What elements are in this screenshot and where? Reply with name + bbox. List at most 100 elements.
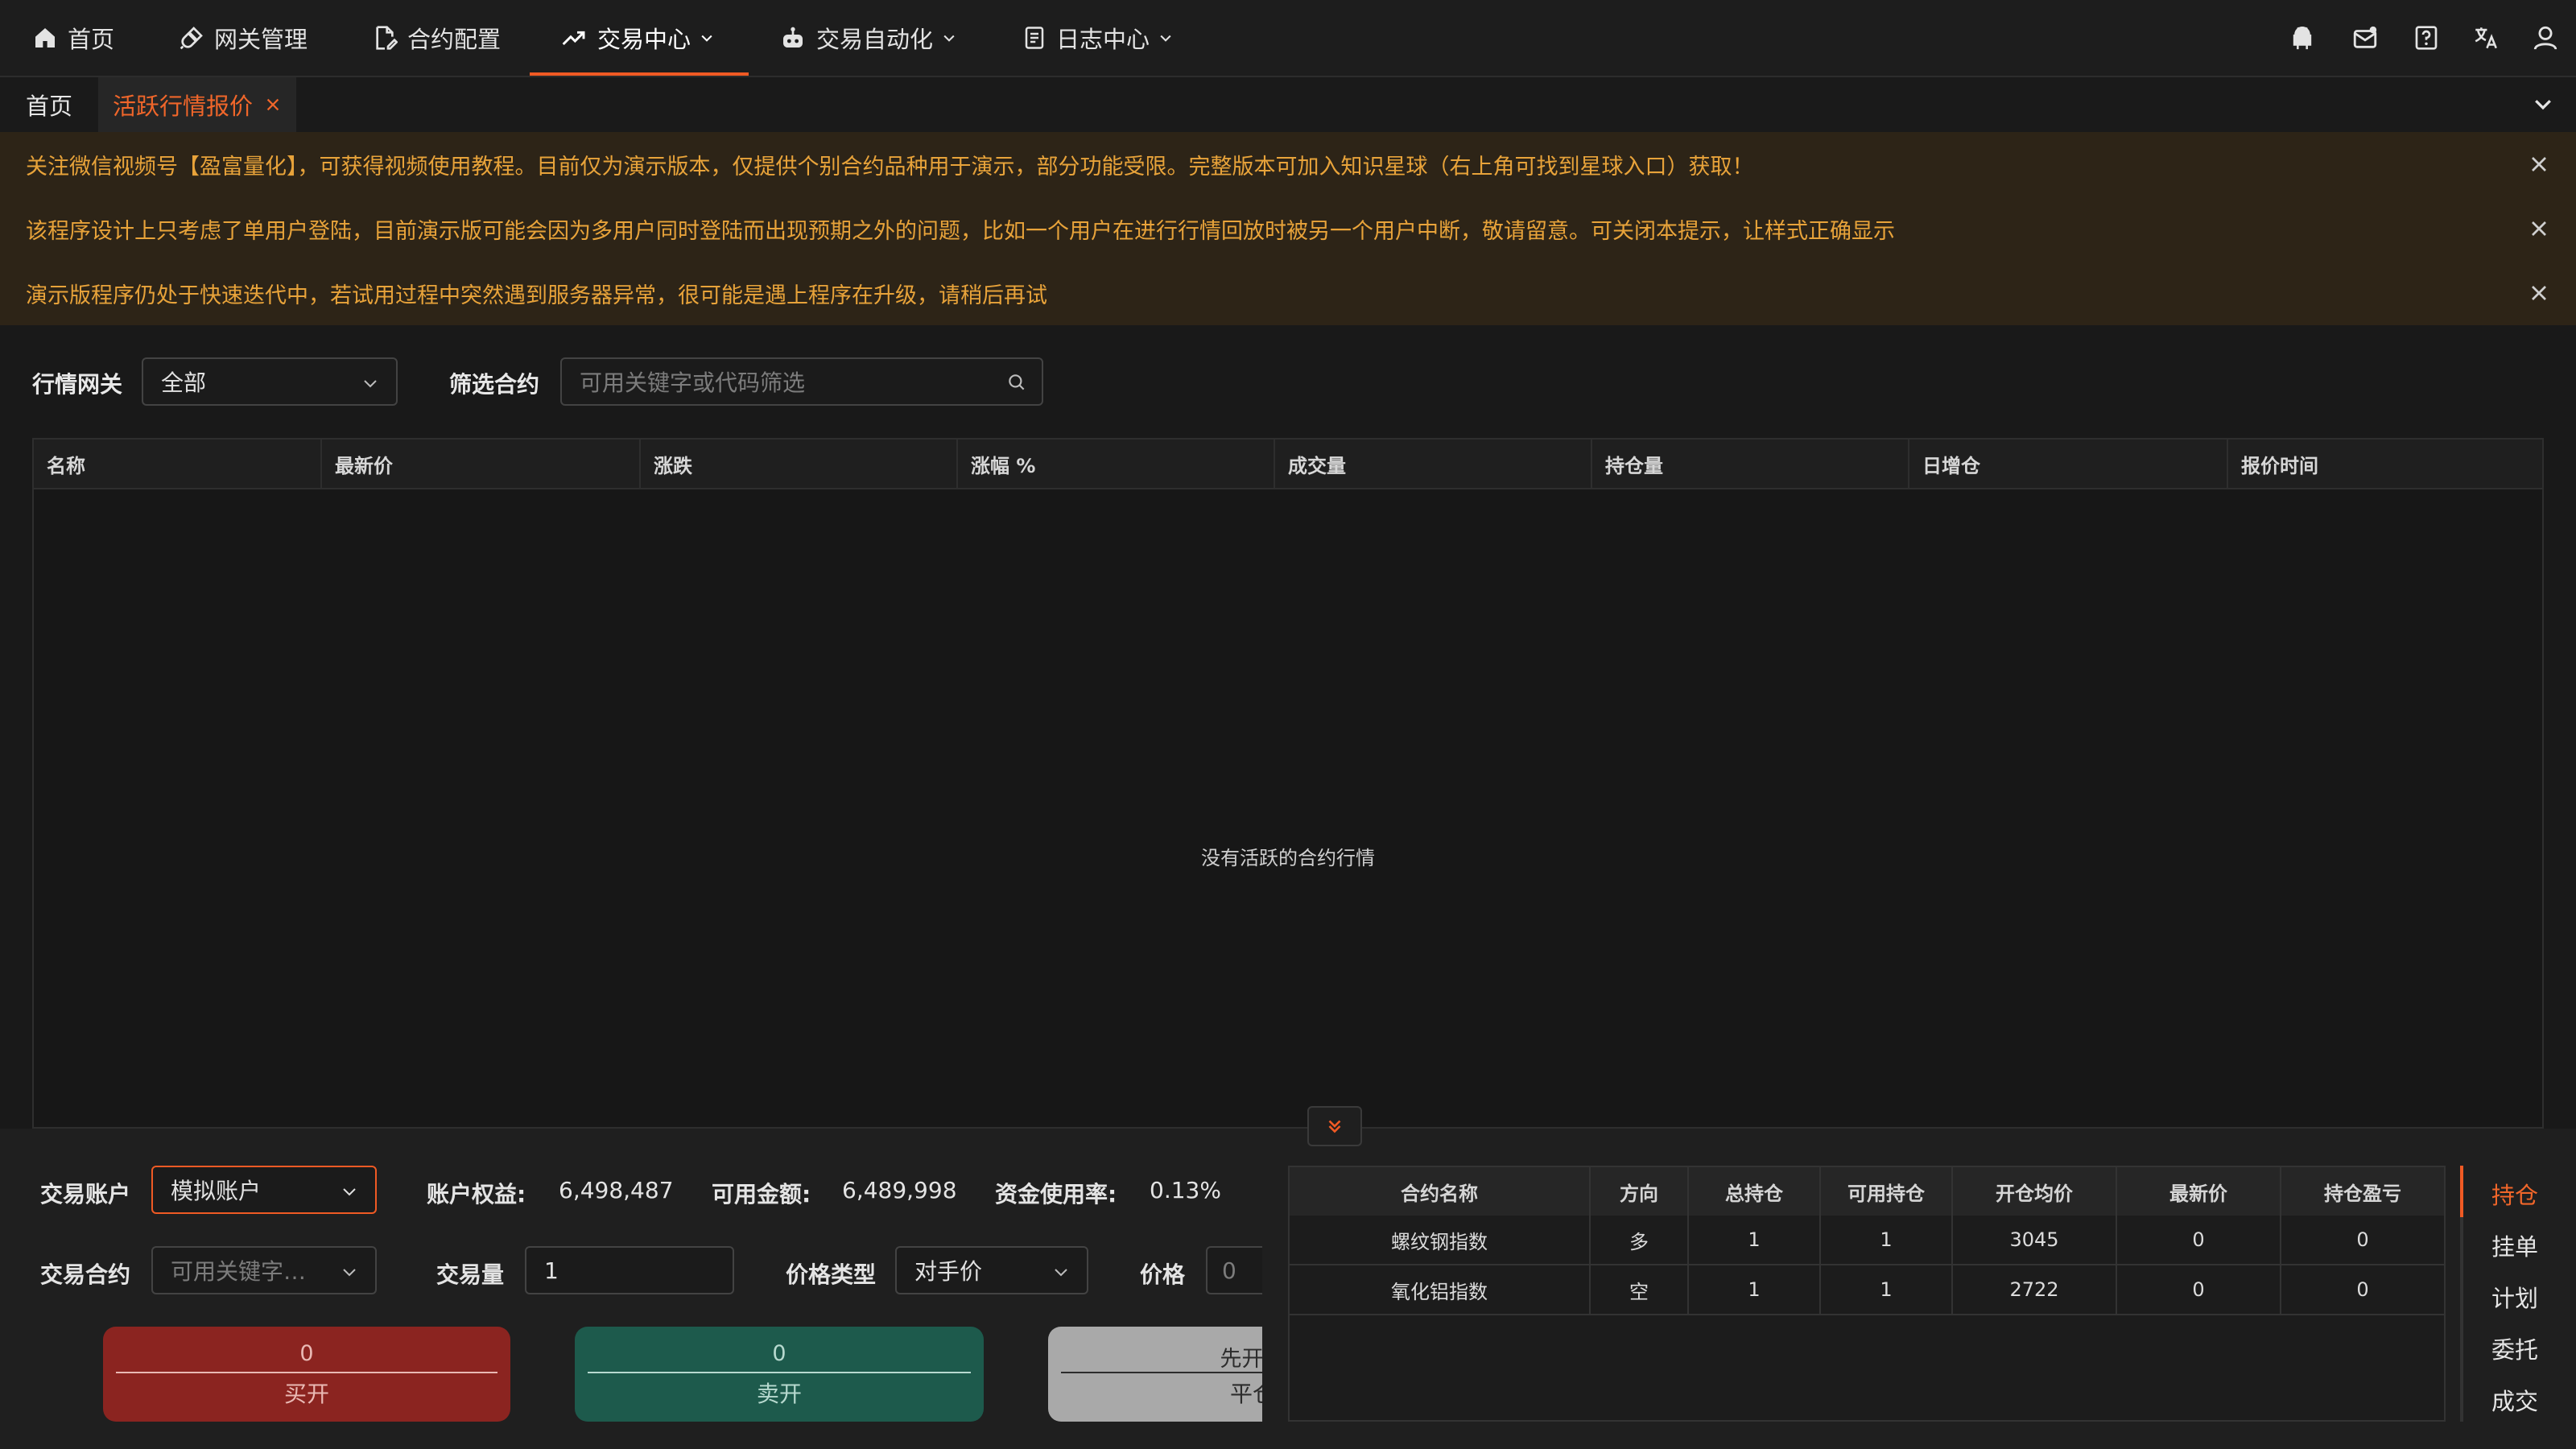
column-header[interactable]: 最新价 [2117, 1167, 2281, 1216]
contract-filter-label: 筛选合约 [449, 371, 540, 398]
search-icon[interactable] [1006, 372, 1027, 393]
robot-icon [779, 25, 807, 51]
side-tab-trades[interactable]: 成交 [2491, 1383, 2539, 1417]
close-icon[interactable] [2526, 280, 2552, 306]
account-label: 交易账户 [40, 1181, 131, 1208]
chevron-down-icon [1051, 1262, 1071, 1282]
column-header[interactable]: 成交量 [1275, 440, 1592, 488]
column-header[interactable]: 合约名称 [1290, 1167, 1591, 1216]
table-cell: 螺纹钢指数 [1290, 1216, 1591, 1265]
nav-label: 首页 [68, 26, 115, 53]
android-icon[interactable] [2286, 22, 2318, 54]
column-header[interactable]: 最新价 [322, 440, 641, 488]
tab-home[interactable]: 首页 [26, 77, 72, 132]
nav-label: 合约配置 [407, 26, 502, 53]
nav-item-log-center[interactable]: 日志中心 [1022, 0, 1174, 76]
account-select[interactable]: 模拟账户 [151, 1166, 377, 1214]
help-icon[interactable] [2410, 22, 2442, 54]
nav-label: 日志中心 [1056, 26, 1150, 53]
column-header[interactable]: 名称 [34, 440, 322, 488]
buy-open-button[interactable]: 0 买开 [103, 1327, 510, 1422]
nav-item-trade-center[interactable]: 交易中心 [560, 0, 715, 76]
column-header[interactable]: 可用持仓 [1821, 1167, 1953, 1216]
nav-label: 交易中心 [597, 26, 691, 53]
plug-icon [179, 25, 204, 51]
nav-item-home[interactable]: 首页 [32, 0, 114, 76]
close-position-top-text: 先开先 [1220, 1347, 1263, 1372]
nav-active-indicator [530, 72, 749, 76]
chevron-down-icon [340, 1262, 359, 1282]
side-tab-pending[interactable]: 挂单 [2491, 1228, 2539, 1262]
double-chevron-down-icon [1324, 1116, 1345, 1137]
side-tab-positions[interactable]: 持仓 [2491, 1177, 2539, 1211]
close-icon[interactable] [264, 96, 282, 114]
trade-contract-label: 交易合约 [40, 1261, 131, 1288]
column-header[interactable]: 涨跌 [641, 440, 958, 488]
usage-label: 资金使用率: [995, 1181, 1117, 1208]
nav-item-gateway[interactable]: 网关管理 [179, 0, 308, 76]
tabs-dropdown-chevron-icon[interactable] [2531, 92, 2555, 116]
user-icon[interactable] [2529, 22, 2562, 54]
notice-banner: 该程序设计上只考虑了单用户登陆，目前演示版可能会因为多用户同时登陆而出现预期之外… [0, 196, 2576, 261]
price-value: 0 [1222, 1257, 1236, 1284]
price-type-label: 价格类型 [786, 1261, 877, 1288]
buy-open-price: 0 [299, 1341, 314, 1366]
gateway-select-value: 全部 [161, 369, 207, 396]
buy-open-label: 买开 [283, 1381, 329, 1407]
column-header[interactable]: 开仓均价 [1953, 1167, 2117, 1216]
divider [588, 1372, 971, 1373]
log-icon [1022, 25, 1046, 51]
empty-state-text: 没有活跃的合约行情 [1201, 847, 1375, 869]
column-header[interactable]: 持仓量 [1592, 440, 1909, 488]
account-select-value: 模拟账户 [171, 1178, 262, 1204]
nav-label: 网关管理 [214, 26, 308, 53]
column-header[interactable]: 总持仓 [1689, 1167, 1821, 1216]
table-header: 名称 最新价 涨跌 涨幅 % 成交量 持仓量 日增仓 报价时间 [34, 440, 2542, 489]
gateway-select[interactable]: 全部 [142, 357, 398, 406]
sell-open-button[interactable]: 0 卖开 [575, 1327, 984, 1422]
contract-filter-placeholder: 可用关键字或代码筛选 [580, 369, 806, 396]
column-header[interactable]: 涨幅 % [958, 440, 1275, 488]
volume-label: 交易量 [436, 1261, 505, 1288]
table-cell: 1 [1689, 1216, 1821, 1265]
available-label: 可用金额: [712, 1181, 811, 1208]
column-header[interactable]: 持仓盈亏 [2281, 1167, 2444, 1216]
price-input[interactable]: 0 [1206, 1246, 1262, 1294]
side-tab-active-indicator [2460, 1166, 2463, 1217]
positions-table: 合约名称 方向 总持仓 可用持仓 开仓均价 最新价 持仓盈亏 螺纹钢指数 多 1… [1288, 1166, 2446, 1422]
nav-item-automation[interactable]: 交易自动化 [779, 0, 957, 76]
notice-banner: 演示版程序仍处于快速迭代中，若试用过程中突然遇到服务器异常，很可能是遇上程序在升… [0, 261, 2576, 325]
side-tab-orders[interactable]: 委托 [2491, 1331, 2539, 1365]
chevron-down-icon [1158, 30, 1174, 46]
close-icon[interactable] [2526, 216, 2552, 242]
equity-value: 6,498,487 [559, 1177, 674, 1203]
chevron-down-icon [699, 30, 715, 46]
side-tab-plan[interactable]: 计划 [2491, 1280, 2539, 1314]
close-position-button[interactable]: 先开先 平仓 [1048, 1327, 1262, 1422]
gateway-label: 行情网关 [32, 371, 123, 398]
trend-icon [560, 25, 588, 51]
trade-contract-placeholder: 可用关键字… [171, 1258, 307, 1285]
close-button-clip: 先开先 平仓 [1048, 1327, 1262, 1422]
close-position-label: 平仓 [1229, 1381, 1262, 1407]
column-header[interactable]: 方向 [1591, 1167, 1689, 1216]
table-cell: 1 [1689, 1265, 1821, 1315]
contract-filter-input[interactable]: 可用关键字或代码筛选 [560, 357, 1043, 406]
price-type-select[interactable]: 对手价 [895, 1246, 1088, 1294]
translate-icon[interactable] [2470, 22, 2502, 54]
column-header[interactable]: 日增仓 [1909, 440, 2228, 488]
volume-input[interactable]: 1 [525, 1246, 734, 1294]
collapse-toggle-button[interactable] [1307, 1106, 1362, 1146]
mail-icon[interactable] [2349, 22, 2381, 54]
table-cell: 0 [2281, 1265, 2444, 1315]
column-header[interactable]: 报价时间 [2228, 440, 2542, 488]
trade-contract-select[interactable]: 可用关键字… [151, 1246, 377, 1294]
table-cell: 3045 [1953, 1216, 2117, 1265]
chevron-down-icon [340, 1182, 359, 1201]
notice-text: 关注微信视频号【盈富量化】，可获得视频使用教程。目前仅为演示版本，仅提供个别合约… [26, 154, 1754, 180]
tab-active-quotes[interactable]: 活跃行情报价 [98, 77, 297, 132]
nav-item-contract-config[interactable]: 合约配置 [372, 0, 501, 76]
close-icon[interactable] [2526, 151, 2552, 177]
nav-label: 交易自动化 [816, 26, 934, 53]
table-cell: 多 [1591, 1216, 1689, 1265]
